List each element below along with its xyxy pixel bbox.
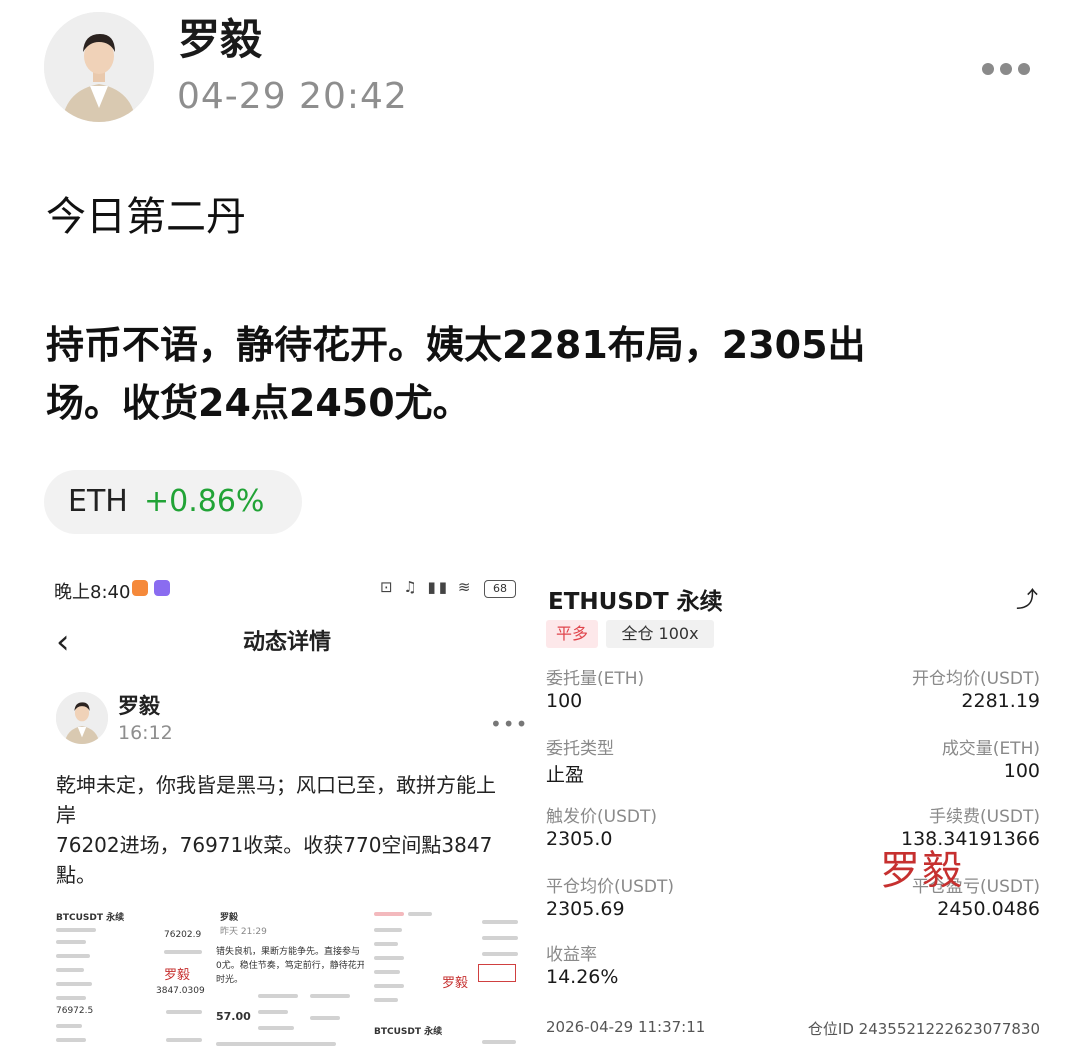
inner-author-name: 罗毅	[118, 694, 160, 718]
inner-image-grid: BTCUSDT 永续 76972.5 76202.9 3847.0309 罗毅 …	[54, 906, 524, 1056]
watermark-signature: 罗毅	[880, 848, 964, 894]
roi-label: 收益率	[546, 945, 597, 965]
inner-body-line: 點。	[56, 863, 96, 887]
attached-image-right[interactable]: ETHUSDT 永续 ⤴ 平多 全仓 100x 委托量(ETH) 100 开仓均…	[546, 566, 1040, 1059]
trigger-price-value: 2305.0	[546, 828, 613, 850]
inner-avatar	[56, 692, 108, 744]
share-icon: ⤴	[1016, 588, 1039, 613]
inner-post-time: 16:12	[118, 722, 173, 744]
contract-title: ETHUSDT 永续	[548, 589, 723, 615]
order-type-value: 止盈	[546, 764, 585, 786]
direction-tag: 平多	[546, 620, 598, 648]
status-icons: ⊡ ♫ ▮▮ ≋	[380, 578, 474, 596]
ticker-symbol: ETH	[68, 484, 128, 519]
thumb-text: 错失良机，果断方能争先。直接参与	[216, 947, 361, 957]
order-qty-value: 100	[546, 690, 583, 712]
order-qty-label: 委托量(ETH)	[546, 669, 645, 689]
filled-qty-value: 100	[1003, 760, 1040, 782]
battery-icon: 68	[484, 580, 516, 598]
thumb-value: 57.00	[216, 1010, 251, 1023]
status-bar-time: 晚上8:40	[54, 582, 131, 603]
post-body: 持币不语，静待花开。姨太2281布局，2305出 场。收货24点2450尤。	[46, 316, 1026, 432]
nav-title: 动态详情	[242, 630, 331, 655]
post-title: 今日第二丹	[46, 194, 246, 240]
attached-image-left[interactable]: 晚上8:40 ⊡ ♫ ▮▮ ≋ 68 ‹ 动态详情 罗毅 16:12 ••• 乾…	[44, 566, 530, 1059]
inner-more-icon: •••	[490, 712, 529, 736]
post-body-line: 持币不语，静待花开。姨太2281布局，2305出	[46, 323, 866, 367]
inner-body-line: 岸	[56, 803, 76, 827]
inner-thumbnail: 罗毅 昨天 21:29 错失良机，果断方能争先。直接参与 0尤。稳住节奏，笃定前…	[214, 906, 364, 1056]
thumb-value: 76972.5	[56, 1006, 94, 1016]
position-id: 仓位ID 2435521222623077830	[807, 1020, 1040, 1038]
thumb-time: 昨天 21:29	[220, 927, 267, 937]
inner-thumbnail: BTCUSDT 永续 76972.5 76202.9 3847.0309 罗毅	[54, 906, 206, 1056]
inner-body-line: 乾坤未定，你我皆是黑马；风口已至，敢拼方能上	[56, 773, 496, 797]
order-type-label: 委托类型	[546, 739, 614, 759]
open-avg-price-value: 2281.19	[961, 690, 1040, 712]
author-avatar[interactable]	[44, 12, 154, 122]
thumb-title: BTCUSDT 永续	[374, 1027, 443, 1037]
open-avg-price-label: 开仓均价(USDT)	[912, 669, 1040, 689]
post-time: 04-29 20:42	[177, 76, 408, 117]
ticker-chip[interactable]: ETH +0.86%	[44, 470, 302, 534]
fee-label: 手续费(USDT)	[929, 807, 1040, 827]
roi-value: 14.26%	[546, 966, 619, 988]
margin-mode-tag: 全仓 100x	[606, 620, 714, 648]
thumb-author: 罗毅	[220, 913, 239, 923]
avatar-portrait	[56, 692, 108, 744]
thumb-value: 76202.9	[164, 930, 202, 940]
filled-qty-label: 成交量(ETH)	[941, 739, 1040, 759]
thumb-value: 3847.0309	[156, 986, 205, 996]
author-name[interactable]: 罗毅	[178, 6, 262, 67]
app-notification-icon	[154, 580, 170, 596]
post-body-line: 场。收货24点2450尤。	[46, 381, 471, 425]
trigger-price-label: 触发价(USDT)	[546, 807, 657, 827]
thumb-text: 0尤。稳住节奏，笃定前行，静待花开	[216, 961, 364, 971]
footer-time: 2026-04-29 11:37:11	[546, 1018, 706, 1036]
more-options-icon[interactable]	[982, 60, 1038, 75]
inner-thumbnail: 罗毅 BTCUSDT 永续	[372, 906, 524, 1056]
ticker-change: +0.86%	[144, 484, 265, 519]
close-pnl-value: 2450.0486	[937, 898, 1040, 920]
thumb-watermark: 罗毅	[164, 968, 191, 983]
thumb-text: 时光。	[216, 975, 244, 985]
close-avg-price-value: 2305.69	[546, 898, 625, 920]
close-avg-price-label: 平仓均价(USDT)	[546, 877, 674, 897]
inner-post-body: 乾坤未定，你我皆是黑马；风口已至，敢拼方能上 岸 76202进场，76971收菜…	[56, 770, 524, 890]
thumb-title: BTCUSDT 永续	[56, 913, 125, 923]
app-notification-icon	[132, 580, 148, 596]
thumb-watermark: 罗毅	[442, 976, 469, 991]
avatar-portrait	[44, 12, 154, 122]
inner-body-line: 76202进场，76971收菜。收获770空间點3847	[56, 833, 493, 857]
